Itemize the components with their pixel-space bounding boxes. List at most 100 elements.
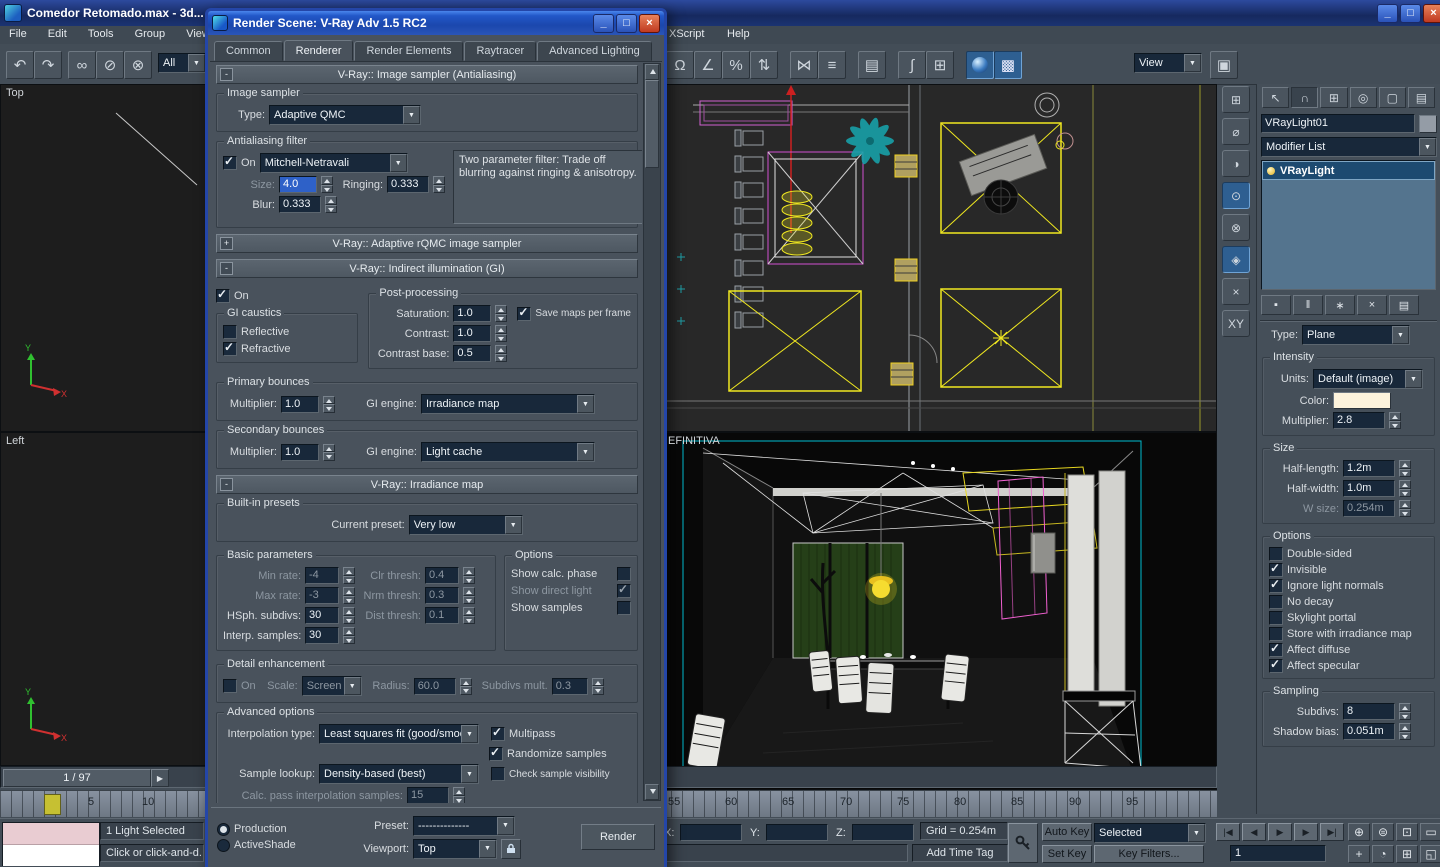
viewport-top-label[interactable]: Top (6, 87, 24, 99)
region-zoom-icon[interactable]: ⊞ (1396, 845, 1418, 863)
multiplier-spinner[interactable] (1389, 412, 1401, 429)
store-irradiance-checkbox[interactable] (1269, 627, 1283, 641)
dialog-maximize-icon[interactable]: □ (616, 13, 637, 33)
affect-diffuse-checkbox[interactable] (1269, 641, 1283, 657)
modifier-stack[interactable]: VRayLight (1261, 160, 1436, 290)
interp-samples-spinner[interactable] (343, 627, 355, 644)
select-and-link-icon[interactable]: ∞ (68, 51, 96, 79)
half-width-spinner[interactable] (1399, 480, 1411, 497)
maximize-icon[interactable]: □ (1400, 3, 1421, 23)
detail-on-checkbox[interactable] (223, 679, 237, 693)
key-filter-dropdown[interactable]: Selected (1094, 823, 1206, 843)
current-preset-dropdown[interactable]: Very low (408, 515, 523, 535)
stack-item-vraylight[interactable]: VRayLight (1262, 161, 1435, 180)
add-time-tag[interactable]: Add Time Tag (912, 844, 1008, 862)
set-keys-button[interactable] (1008, 823, 1038, 863)
bind-to-spacewarp-icon[interactable]: ⊗ (124, 51, 152, 79)
primary-multiplier-spinner[interactable] (323, 395, 335, 413)
listener-script-row[interactable] (3, 845, 99, 866)
go-to-start-icon[interactable]: |◀ (1216, 823, 1240, 841)
dialog-minimize-icon[interactable]: _ (593, 13, 614, 33)
play-icon[interactable]: ▶ (1268, 823, 1292, 841)
y-coord-field[interactable] (766, 824, 828, 841)
expand-icon[interactable]: + (220, 237, 233, 250)
tab-common[interactable]: Common (214, 41, 283, 61)
preset-dropdown[interactable]: -------------- (413, 815, 515, 836)
contrast-spinner[interactable] (495, 325, 508, 342)
show-samples-checkbox[interactable] (617, 601, 631, 615)
vtool-grid-icon[interactable]: ⊞ (1222, 86, 1250, 113)
show-calc-checkbox[interactable] (617, 567, 631, 581)
saturation-spinner[interactable] (495, 305, 508, 322)
zoom-extents-icon[interactable]: ⊡ (1396, 823, 1418, 841)
dialog-close-icon[interactable]: × (639, 13, 660, 33)
subdivs-spinner[interactable] (1399, 703, 1411, 720)
invisible-checkbox[interactable] (1269, 561, 1283, 577)
blur-spinner[interactable] (325, 196, 337, 213)
shadow-bias-spinner[interactable] (1399, 723, 1411, 740)
sample-lookup-dropdown[interactable]: Density-based (best) (319, 764, 479, 784)
hsph-subdivs-spinner[interactable] (343, 607, 355, 624)
shadow-bias-field[interactable]: 0.051m (1343, 723, 1395, 740)
undo-icon[interactable]: ↶ (6, 51, 34, 79)
vtool-cross-icon[interactable]: ⊗ (1222, 214, 1250, 241)
half-length-spinner[interactable] (1399, 460, 1411, 477)
mirror-icon[interactable]: ⋈ (790, 51, 818, 79)
selection-filter-dropdown[interactable]: All (158, 53, 206, 73)
remove-modifier-icon[interactable]: × (1357, 295, 1387, 315)
collapse-icon[interactable]: - (220, 262, 233, 275)
light-color-swatch[interactable] (1333, 392, 1391, 409)
collapse-icon[interactable]: - (220, 478, 233, 491)
interp-samples-field[interactable]: 30 (305, 627, 339, 644)
tab-utilities-icon[interactable]: ▤ (1407, 87, 1436, 108)
time-marker[interactable] (44, 794, 61, 815)
close-icon[interactable]: × (1423, 3, 1440, 23)
secondary-multiplier-spinner[interactable] (323, 443, 335, 461)
scroll-down-icon[interactable] (645, 784, 659, 800)
multipass-checkbox[interactable] (491, 725, 505, 741)
maxscript-mini-listener[interactable] (2, 822, 100, 866)
blur-field[interactable]: 0.333 (279, 196, 321, 213)
material-editor-icon[interactable] (966, 51, 994, 79)
scrollbar-thumb[interactable] (645, 80, 659, 168)
double-sided-checkbox[interactable] (1269, 547, 1283, 561)
tab-render-elements[interactable]: Render Elements (354, 41, 464, 61)
filter-size-spinner[interactable] (321, 176, 333, 193)
dialog-titlebar[interactable]: Render Scene: V-Ray Adv 1.5 RC2 _ □ × (208, 11, 664, 35)
menu-edit[interactable]: Edit (39, 26, 76, 42)
ignore-light-normals-checkbox[interactable] (1269, 577, 1283, 593)
collapse-icon[interactable]: - (220, 68, 233, 81)
curve-editor-icon[interactable]: ∫ (898, 51, 926, 79)
tab-hierarchy-icon[interactable]: ⊞ (1320, 87, 1348, 108)
angle-snap-icon[interactable]: ∠ (694, 51, 722, 79)
pan-icon[interactable]: + (1348, 845, 1370, 863)
configure-modifier-sets-icon[interactable]: ▤ (1389, 295, 1419, 315)
half-length-field[interactable]: 1.2m (1343, 460, 1395, 477)
vtool-xy-constraint-icon[interactable]: XY (1222, 310, 1250, 337)
key-filters-button[interactable]: Key Filters... (1094, 845, 1204, 863)
affect-specular-checkbox[interactable] (1269, 657, 1283, 673)
maximize-viewport-icon[interactable]: ◱ (1420, 845, 1440, 863)
contrast-field[interactable]: 1.0 (453, 325, 492, 342)
multiplier-field[interactable]: 2.8 (1333, 412, 1385, 429)
rollout-gi[interactable]: - V-Ray:: Indirect illumination (GI) (216, 259, 638, 278)
zoom-icon[interactable]: ⊕ (1348, 823, 1370, 841)
no-decay-checkbox[interactable] (1269, 595, 1283, 609)
ringing-spinner[interactable] (433, 176, 445, 193)
tab-motion-icon[interactable]: ◎ (1349, 87, 1377, 108)
tab-modify-icon[interactable]: ∩ (1291, 87, 1319, 108)
tab-display-icon[interactable]: ▢ (1378, 87, 1406, 108)
show-end-result-icon[interactable]: ‖ (1293, 295, 1323, 315)
rollout-image-sampler[interactable]: - V-Ray:: Image sampler (Antialiasing) (216, 65, 638, 84)
activeshade-radio[interactable] (217, 838, 230, 852)
listener-macro-row[interactable] (3, 823, 99, 845)
light-type-dropdown[interactable]: Plane (1302, 325, 1410, 345)
schematic-view-icon[interactable]: ⊞ (926, 51, 954, 79)
save-maps-checkbox[interactable] (517, 305, 532, 321)
vtool-close-icon[interactable]: × (1222, 278, 1250, 305)
next-frame-icon[interactable]: ▶ (1294, 823, 1318, 841)
contrast-base-spinner[interactable] (495, 345, 508, 362)
time-slider-handle[interactable]: 1 / 97 (3, 769, 151, 787)
x-coord-field[interactable] (680, 824, 742, 841)
menu-group[interactable]: Group (126, 26, 175, 42)
